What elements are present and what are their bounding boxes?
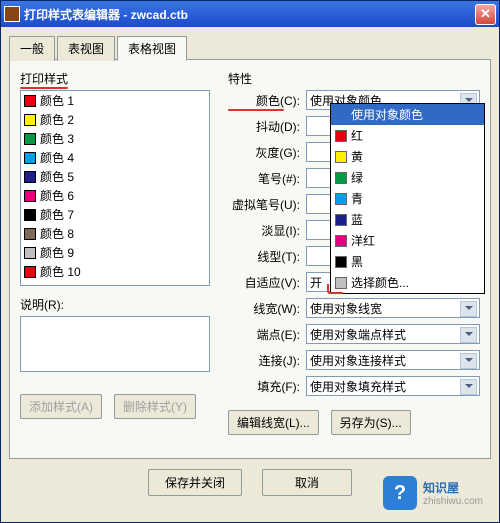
print-style-title: 打印样式 <box>20 70 210 87</box>
edit-lineweight-button[interactable]: 编辑线宽(L)... <box>228 410 319 435</box>
endcap-label: 端点(E): <box>228 326 300 343</box>
question-icon: ? <box>383 476 417 510</box>
list-item[interactable]: 颜色 9 <box>21 243 209 262</box>
fill-label: 填充(F): <box>228 378 300 395</box>
gray-label: 灰度(G): <box>228 144 300 161</box>
color-swatch <box>24 171 36 183</box>
dropdown-item[interactable]: 绿 <box>331 167 484 188</box>
color-swatch <box>24 266 36 278</box>
color-swatch <box>335 193 347 205</box>
app-icon <box>4 6 20 22</box>
tab-strip: 一般 表视图 表格视图 <box>9 35 491 60</box>
color-swatch <box>335 256 347 268</box>
tab-tableview[interactable]: 表视图 <box>57 36 115 61</box>
list-item[interactable]: 颜色 5 <box>21 167 209 186</box>
fill-combo[interactable]: 使用对象填充样式 <box>306 376 480 396</box>
color-swatch <box>335 172 347 184</box>
list-item[interactable]: 颜色 10 <box>21 262 209 281</box>
join-combo[interactable]: 使用对象连接样式 <box>306 350 480 370</box>
color-swatch <box>24 247 36 259</box>
dropdown-item[interactable]: 选择颜色... <box>331 272 484 293</box>
list-item[interactable]: 颜色 8 <box>21 224 209 243</box>
description-textarea[interactable] <box>20 316 210 372</box>
color-swatch <box>335 235 347 247</box>
list-item[interactable]: 颜色 4 <box>21 148 209 167</box>
dither-label: 抖动(D): <box>228 118 300 135</box>
join-label: 连接(J): <box>228 352 300 369</box>
brand-logo: ? 知识屋 zhishiwu.com <box>383 476 483 510</box>
list-item[interactable]: 颜色 7 <box>21 205 209 224</box>
color-swatch <box>24 152 36 164</box>
left-column: 打印样式 颜色 1颜色 2颜色 3颜色 4颜色 5颜色 6颜色 7颜色 8颜色 … <box>20 70 210 448</box>
save-as-button[interactable]: 另存为(S)... <box>331 410 411 435</box>
linetype-label: 线型(T): <box>228 248 300 265</box>
save-close-button[interactable]: 保存并关闭 <box>148 469 242 496</box>
endcap-combo[interactable]: 使用对象端点样式 <box>306 324 480 344</box>
list-item[interactable]: 颜色 3 <box>21 129 209 148</box>
color-swatch <box>24 228 36 240</box>
color-swatch <box>24 114 36 126</box>
color-swatch <box>335 214 347 226</box>
list-item[interactable]: 颜色 2 <box>21 110 209 129</box>
color-swatch <box>24 95 36 107</box>
color-swatch <box>335 130 347 142</box>
color-swatch <box>24 285 36 287</box>
add-style-button: 添加样式(A) <box>20 394 102 419</box>
tab-general[interactable]: 一般 <box>9 36 55 61</box>
color-swatch <box>24 133 36 145</box>
dialog-window: 打印样式表编辑器 - zwcad.ctb ✕ 一般 表视图 表格视图 打印样式 … <box>0 0 500 523</box>
cancel-button[interactable]: 取消 <box>262 469 352 496</box>
list-item[interactable]: 颜色 11 <box>21 281 209 286</box>
screen-label: 淡显(I): <box>228 222 300 239</box>
lineweight-combo[interactable]: 使用对象线宽 <box>306 298 480 318</box>
style-listbox[interactable]: 颜色 1颜色 2颜色 3颜色 4颜色 5颜色 6颜色 7颜色 8颜色 9颜色 1… <box>20 90 210 286</box>
titlebar[interactable]: 打印样式表编辑器 - zwcad.ctb ✕ <box>1 1 499 27</box>
delete-style-button: 删除样式(Y) <box>114 394 196 419</box>
lineweight-label: 线宽(W): <box>228 300 300 317</box>
tab-gridview[interactable]: 表格视图 <box>117 36 187 61</box>
color-swatch <box>24 209 36 221</box>
vpen-label: 虚拟笔号(U): <box>228 196 300 213</box>
list-item[interactable]: 颜色 6 <box>21 186 209 205</box>
adaptive-label: 自适应(V): <box>228 274 300 291</box>
color-swatch <box>24 190 36 202</box>
pen-label: 笔号(#): <box>228 170 300 187</box>
list-item[interactable]: 颜色 1 <box>21 91 209 110</box>
dropdown-item[interactable]: 蓝 <box>331 209 484 230</box>
dropdown-item[interactable]: 黄 <box>331 146 484 167</box>
dropdown-item[interactable]: 青 <box>331 188 484 209</box>
description-label: 说明(R): <box>20 296 210 313</box>
window-title: 打印样式表编辑器 - zwcad.ctb <box>24 6 188 23</box>
close-button[interactable]: ✕ <box>475 4 496 25</box>
highlight-mark <box>327 284 343 294</box>
dropdown-item[interactable]: 洋红 <box>331 230 484 251</box>
color-swatch <box>335 151 347 163</box>
dropdown-item[interactable]: 使用对象颜色 <box>331 104 484 125</box>
color-dropdown[interactable]: 使用对象颜色红黄绿青蓝洋红黑选择颜色... <box>330 103 485 294</box>
color-label: 颜色(C): <box>228 92 300 109</box>
dropdown-item[interactable]: 黑 <box>331 251 484 272</box>
dropdown-item[interactable]: 红 <box>331 125 484 146</box>
properties-title: 特性 <box>228 70 480 87</box>
